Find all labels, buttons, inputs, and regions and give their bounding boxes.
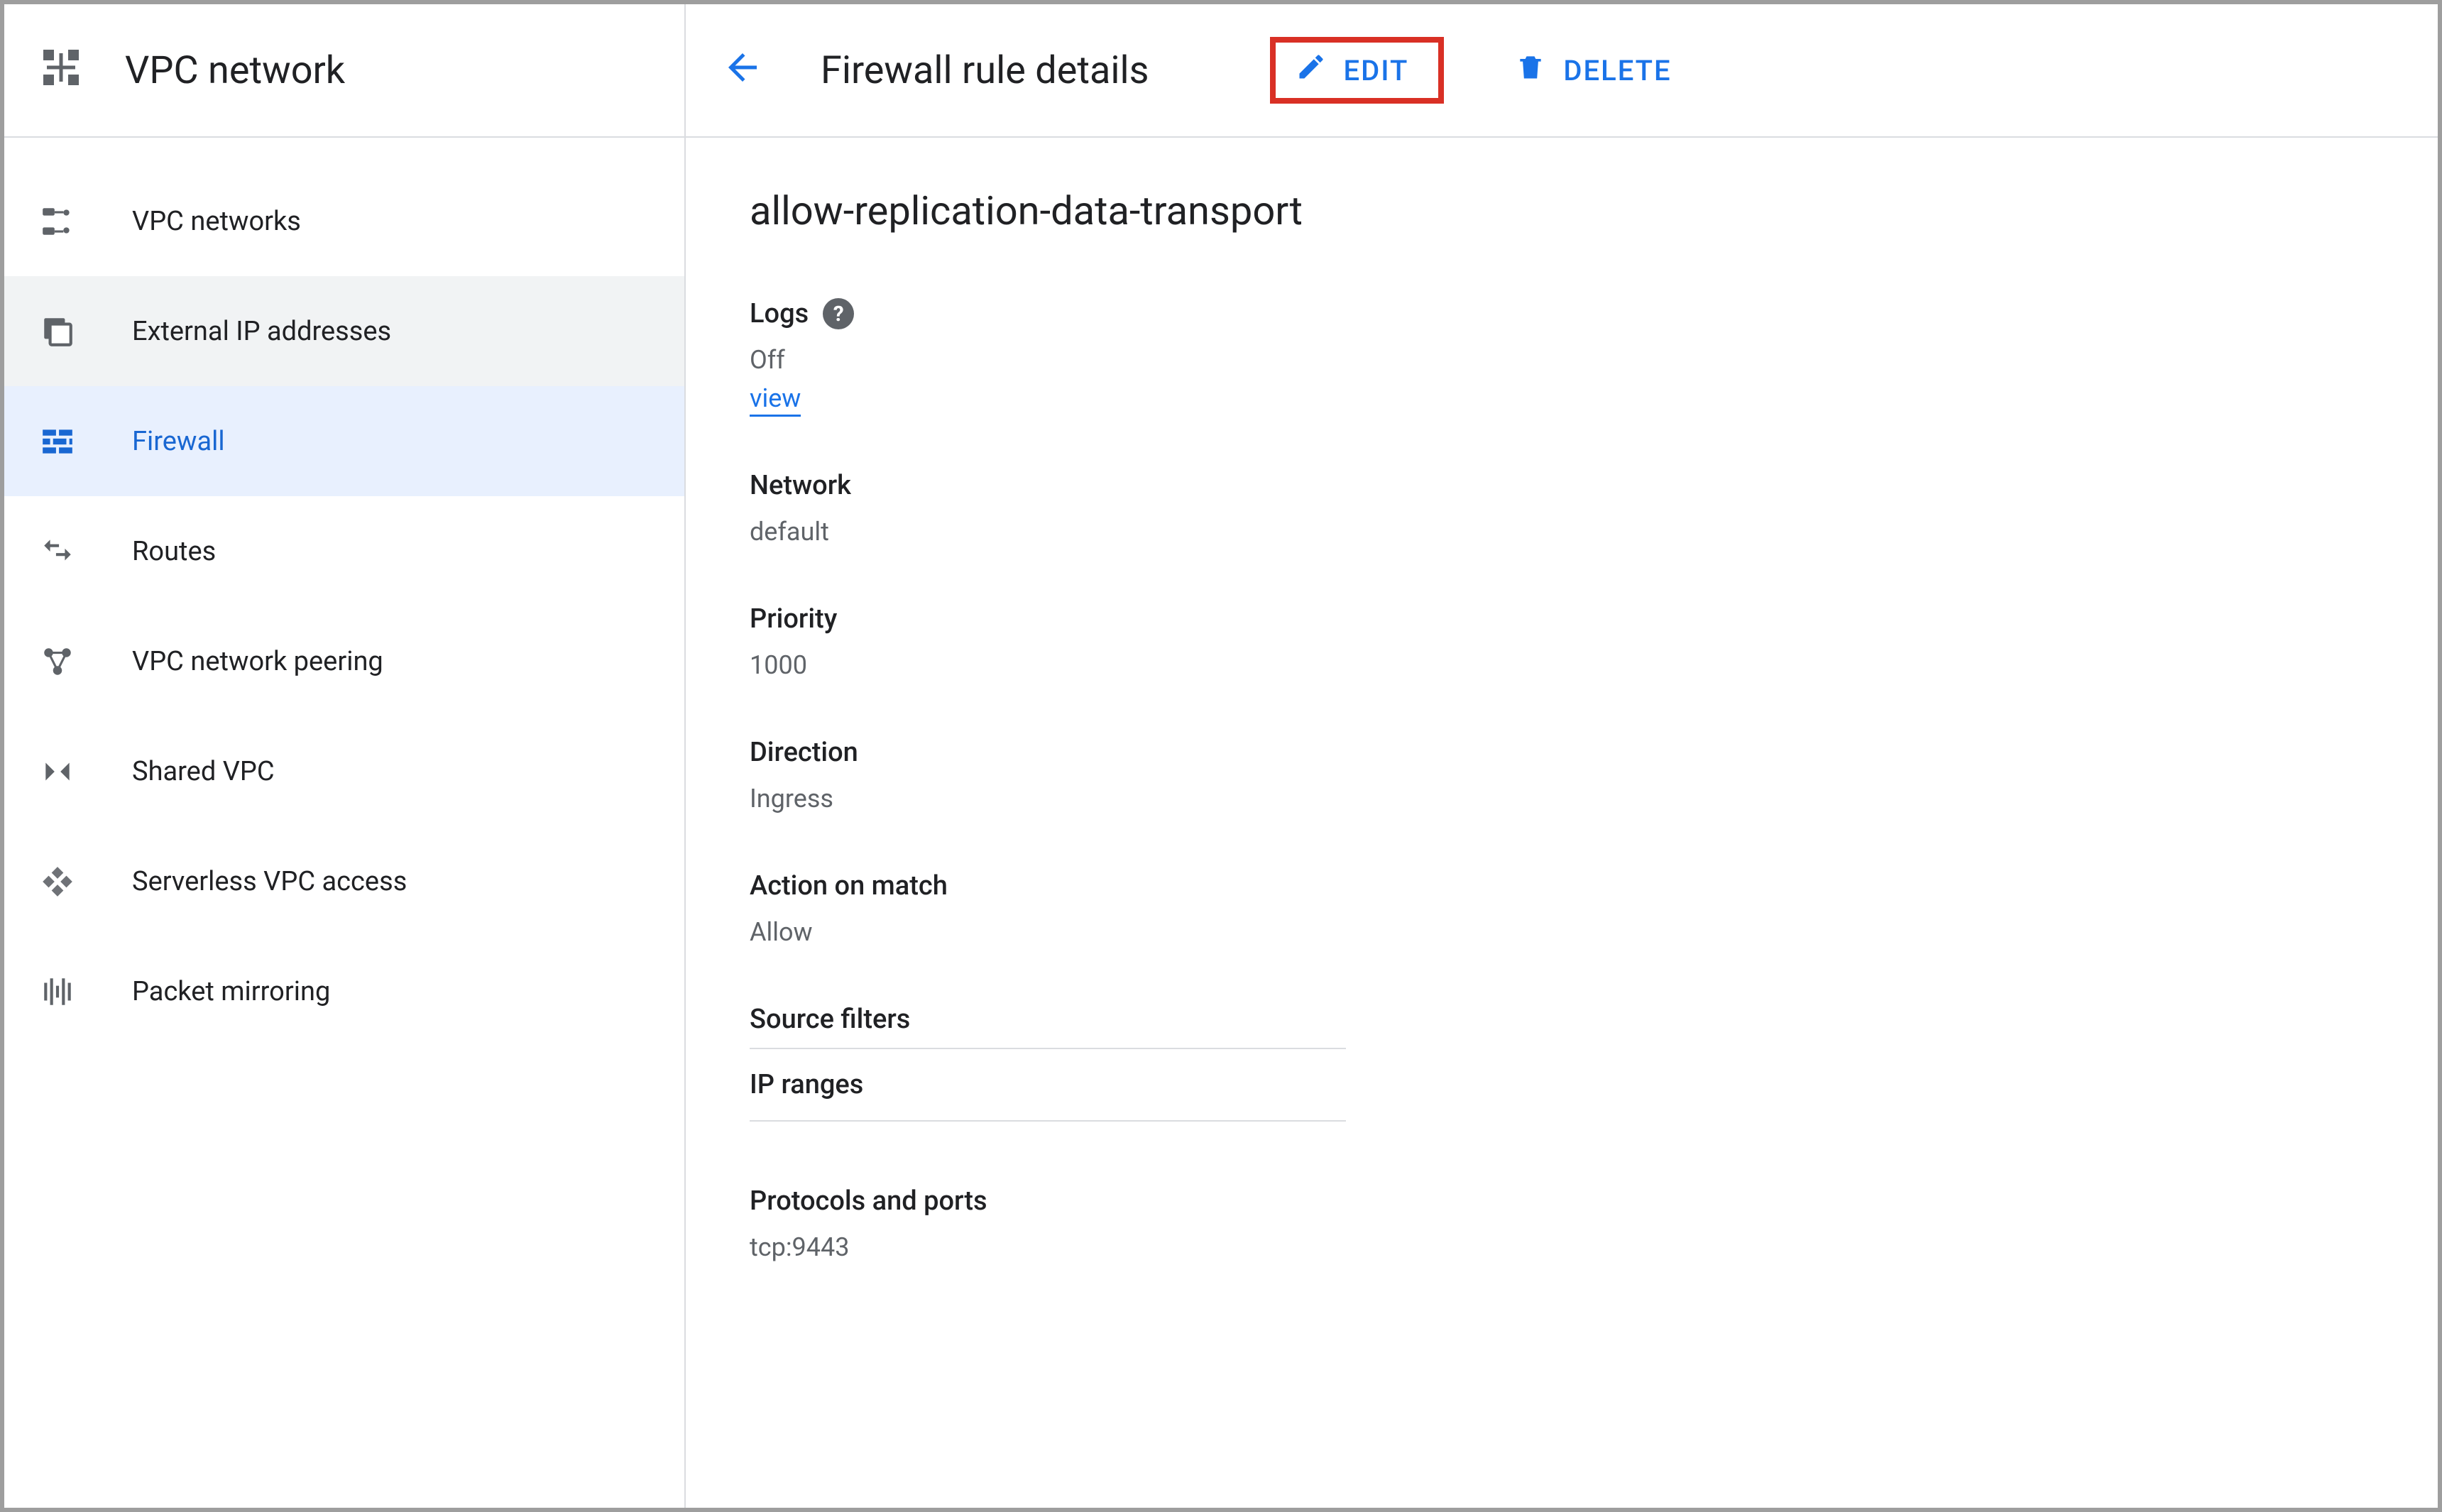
- action-label: Action on match: [750, 870, 948, 902]
- sidebar-header: VPC network: [4, 4, 684, 138]
- sidebar-item-shared-vpc[interactable]: Shared VPC: [4, 716, 684, 826]
- priority-value: 1000: [750, 650, 2374, 680]
- sidebar-item-external-ip[interactable]: External IP addresses: [4, 276, 684, 386]
- arrow-left-icon: [721, 46, 764, 94]
- help-icon[interactable]: ?: [823, 298, 854, 329]
- field-source-filters: Source filters IP ranges: [750, 1004, 2374, 1122]
- delete-label: DELETE: [1563, 54, 1671, 87]
- routes-icon: [40, 534, 75, 569]
- shared-vpc-icon: [40, 754, 75, 789]
- sidebar-item-label: External IP addresses: [132, 316, 391, 347]
- serverless-icon: [40, 864, 75, 899]
- field-direction: Direction Ingress: [750, 737, 2374, 813]
- sidebar-item-vpc-networks[interactable]: VPC networks: [4, 166, 684, 276]
- network-value: default: [750, 517, 2374, 547]
- edit-button[interactable]: EDIT: [1270, 37, 1445, 104]
- trash-icon: [1515, 51, 1546, 89]
- external-ip-icon: [40, 314, 75, 349]
- priority-label: Priority: [750, 603, 837, 635]
- protocols-value: tcp:9443: [750, 1232, 2374, 1262]
- sidebar-item-serverless[interactable]: Serverless VPC access: [4, 826, 684, 936]
- peering-icon: [40, 644, 75, 679]
- rule-details: allow-replication-data-transport Logs ? …: [686, 138, 2438, 1312]
- logs-view-link[interactable]: view: [750, 383, 801, 417]
- sidebar-item-label: Serverless VPC access: [132, 866, 407, 897]
- sidebar-item-label: VPC network peering: [132, 646, 383, 677]
- sidebar-item-firewall[interactable]: Firewall: [4, 386, 684, 496]
- sidebar-item-label: Packet mirroring: [132, 976, 330, 1007]
- sidebar-item-label: Shared VPC: [132, 756, 275, 787]
- logs-value: Off: [750, 345, 2374, 375]
- sidebar-item-routes[interactable]: Routes: [4, 496, 684, 606]
- sidebar: VPC network VPC networks External IP add…: [4, 4, 686, 1508]
- packet-mirroring-icon: [40, 974, 75, 1009]
- network-label: Network: [750, 470, 851, 501]
- vpc-networks-icon: [40, 204, 75, 239]
- edit-label: EDIT: [1344, 54, 1409, 87]
- logs-label: Logs: [750, 298, 809, 329]
- sidebar-title: VPC network: [125, 48, 345, 93]
- field-action: Action on match Allow: [750, 870, 2374, 947]
- pencil-icon: [1296, 51, 1327, 89]
- field-protocols: Protocols and ports tcp:9443: [750, 1185, 2374, 1262]
- delete-button[interactable]: DELETE: [1494, 38, 1692, 102]
- sidebar-item-packet-mirroring[interactable]: Packet mirroring: [4, 936, 684, 1046]
- page-title: Firewall rule details: [821, 48, 1149, 93]
- main-content: Firewall rule details EDIT DELETE allow-…: [686, 4, 2438, 1508]
- source-filters-label: Source filters: [750, 1004, 2374, 1035]
- firewall-icon: [40, 424, 75, 459]
- back-button[interactable]: [714, 42, 771, 99]
- main-header: Firewall rule details EDIT DELETE: [686, 4, 2438, 138]
- sidebar-item-label: Firewall: [132, 426, 225, 457]
- vpc-network-product-icon: [40, 46, 82, 94]
- sidebar-item-peering[interactable]: VPC network peering: [4, 606, 684, 716]
- sidebar-item-label: VPC networks: [132, 206, 301, 237]
- rule-name: allow-replication-data-transport: [750, 187, 2374, 234]
- direction-label: Direction: [750, 737, 858, 768]
- header-actions: EDIT DELETE: [1270, 37, 1693, 104]
- direction-value: Ingress: [750, 784, 2374, 813]
- sidebar-item-label: Routes: [132, 536, 216, 567]
- sidebar-nav: VPC networks External IP addresses Firew…: [4, 138, 684, 1046]
- action-value: Allow: [750, 917, 2374, 947]
- field-network: Network default: [750, 470, 2374, 547]
- field-logs: Logs ? Off view: [750, 298, 2374, 413]
- field-priority: Priority 1000: [750, 603, 2374, 680]
- protocols-label: Protocols and ports: [750, 1185, 987, 1217]
- ip-ranges-row[interactable]: IP ranges: [750, 1048, 1346, 1122]
